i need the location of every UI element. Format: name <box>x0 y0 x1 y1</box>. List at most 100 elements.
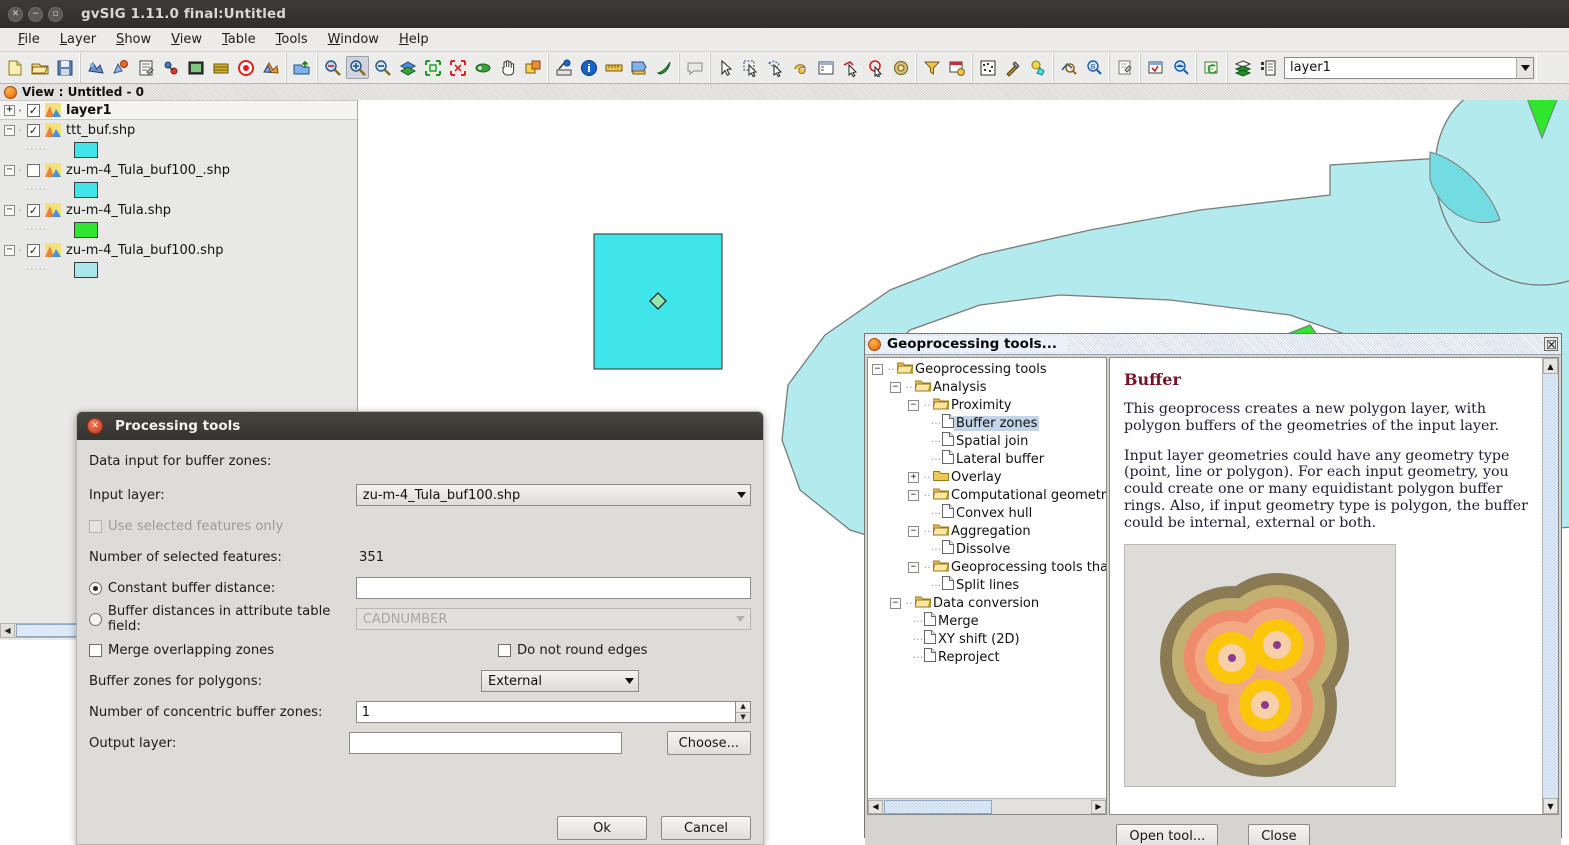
layer-visibility-checkbox[interactable]: ✓ <box>27 204 40 217</box>
edit-legend-icon[interactable] <box>1113 56 1136 79</box>
tree-node-convex-hull[interactable]: ··· Convex hull <box>868 504 1106 522</box>
menu-window[interactable]: Window <box>318 30 389 49</box>
info-icon[interactable] <box>577 56 600 79</box>
filter-icon[interactable] <box>920 56 943 79</box>
tree-node-analysis[interactable]: − ·· Analysis <box>868 378 1106 396</box>
view-properties-icon[interactable] <box>109 56 132 79</box>
scroll-down-icon[interactable]: ▼ <box>1543 798 1558 814</box>
record-icon[interactable] <box>234 56 257 79</box>
tree-node-proximity[interactable]: − ·· Proximity <box>868 396 1106 414</box>
menu-show[interactable]: Show <box>106 30 161 49</box>
output-layer-input[interactable] <box>349 732 621 754</box>
close-icon[interactable] <box>1544 337 1558 351</box>
frame-manager-icon[interactable] <box>521 56 544 79</box>
export-data-icon[interactable] <box>1144 56 1167 79</box>
geoprocessing-tools-dialog[interactable]: Geoprocessing tools... − ·· Geoprocessin… <box>864 333 1562 838</box>
add-view-icon[interactable] <box>84 56 107 79</box>
tree-node-reproject[interactable]: ··· Reproject <box>868 648 1106 666</box>
table-query-icon[interactable] <box>945 56 968 79</box>
concentric-zones-input[interactable]: 1 <box>356 701 736 723</box>
layer-list-icon[interactable] <box>1256 56 1279 79</box>
tree-node-geoprocessing-tools[interactable]: − ·· Geoprocessing tools <box>868 360 1106 378</box>
close-icon[interactable]: ✕ <box>87 418 103 434</box>
scrollbar-thumb[interactable] <box>16 624 84 637</box>
close-button[interactable]: Close <box>1248 824 1309 845</box>
collapse-toggle-icon[interactable]: − <box>4 245 15 256</box>
cancel-button[interactable]: Cancel <box>661 816 751 840</box>
spinner-down-icon[interactable]: ▼ <box>736 713 750 723</box>
hyperlink-icon[interactable] <box>652 56 675 79</box>
collapse-toggle-icon[interactable]: − <box>908 490 919 501</box>
menu-view[interactable]: View <box>161 30 212 49</box>
scroll-left-icon[interactable]: ◀ <box>1 624 15 637</box>
zoom-full-extent-icon[interactable] <box>421 56 444 79</box>
buffer-zones-polygons-combo[interactable]: External <box>481 670 639 692</box>
edit-icon[interactable] <box>134 56 157 79</box>
menu-layer[interactable]: Layer <box>50 30 106 49</box>
active-layer-combo[interactable]: layer1 <box>1284 57 1534 79</box>
zoom-out-icon[interactable] <box>371 56 394 79</box>
tools-icon[interactable] <box>1001 56 1024 79</box>
choose-button[interactable]: Choose... <box>667 731 751 755</box>
tree-horizontal-scrollbar[interactable]: ◀ ▶ <box>868 798 1106 814</box>
geoprocessing-tree-panel[interactable]: − ·· Geoprocessing tools − ·· Analy <box>867 357 1107 815</box>
layer-visibility-checkbox[interactable]: ✓ <box>27 124 40 137</box>
layer-visibility-checkbox[interactable] <box>27 164 40 177</box>
toc-layer-row[interactable]: − · ✓ ttt_buf.shp <box>0 120 357 140</box>
scroll-left-icon[interactable]: ◀ <box>868 800 883 814</box>
select-rectangle-icon[interactable] <box>739 56 762 79</box>
collapse-toggle-icon[interactable]: − <box>908 400 919 411</box>
collapse-toggle-icon[interactable]: − <box>4 205 15 216</box>
constant-buffer-distance-radio[interactable] <box>89 582 102 595</box>
tree-node-geoprocessing-tools-that[interactable]: − ·· Geoprocessing tools that <box>868 558 1106 576</box>
select-polygon-icon[interactable] <box>764 56 787 79</box>
tree-node-merge[interactable]: ··· Merge <box>868 612 1106 630</box>
constant-buffer-distance-input[interactable] <box>356 577 751 599</box>
scrollbar-track[interactable] <box>1543 374 1558 798</box>
collapse-toggle-icon[interactable]: − <box>4 165 15 176</box>
locator-icon[interactable] <box>552 56 575 79</box>
window-minimize-button[interactable]: − <box>28 7 43 22</box>
chevron-down-icon[interactable] <box>732 492 750 498</box>
select-by-attributes-icon[interactable] <box>814 56 837 79</box>
chevron-down-icon[interactable] <box>732 616 750 622</box>
zoom-previous-icon[interactable] <box>321 56 344 79</box>
measure-distance-icon[interactable] <box>602 56 625 79</box>
tree-node-xy-shift[interactable]: ··· XY shift (2D) <box>868 630 1106 648</box>
raster-icon[interactable] <box>976 56 999 79</box>
export-view-icon[interactable] <box>290 56 313 79</box>
do-not-round-edges-checkbox[interactable] <box>498 644 511 657</box>
scale-search-icon[interactable] <box>1057 56 1080 79</box>
layer-visibility-checkbox[interactable]: ✓ <box>27 104 40 117</box>
collapse-toggle-icon[interactable]: − <box>908 526 919 537</box>
catalog-search-icon[interactable]: B <box>1082 56 1105 79</box>
measure-area-icon[interactable] <box>627 56 650 79</box>
chevron-down-icon[interactable] <box>620 678 638 684</box>
attribute-field-radio[interactable] <box>89 613 102 626</box>
merge-overlapping-zones-checkbox[interactable] <box>89 644 102 657</box>
toc-layer-row[interactable]: − · zu-m-4_Tula_buf100_.shp <box>0 160 357 180</box>
geoprocessing-icon[interactable] <box>1026 56 1049 79</box>
tree-node-data-conversion[interactable]: − ·· Data conversion <box>868 594 1106 612</box>
refresh-layer-icon[interactable] <box>1200 56 1223 79</box>
zoom-in-icon[interactable] <box>346 56 369 79</box>
collapse-toggle-icon[interactable]: − <box>908 562 919 573</box>
description-vertical-scrollbar[interactable]: ▲ ▼ <box>1542 358 1558 814</box>
layer-stack-icon[interactable] <box>1231 56 1254 79</box>
tree-node-spatial-join[interactable]: ··· Spatial join <box>868 432 1106 450</box>
chevron-down-icon[interactable] <box>1516 58 1533 78</box>
ok-button[interactable]: Ok <box>557 816 647 840</box>
window-maximize-button[interactable]: ▫ <box>48 7 63 22</box>
input-layer-combo[interactable]: zu-m-4_Tula_buf100.shp <box>356 484 751 506</box>
expand-toggle-icon[interactable]: + <box>908 472 919 483</box>
collapse-toggle-icon[interactable]: − <box>890 598 901 609</box>
scroll-up-icon[interactable]: ▲ <box>1543 358 1558 374</box>
add-layer-icon[interactable] <box>159 56 182 79</box>
zoom-selection-icon[interactable] <box>446 56 469 79</box>
toc-layer-row[interactable]: − · ✓ zu-m-4_Tula_buf100.shp <box>0 240 357 260</box>
tree-node-lateral-buffer[interactable]: ··· Lateral buffer <box>868 450 1106 468</box>
toc-layer-row[interactable]: + · ✓ layer1 <box>0 100 357 120</box>
tree-node-overlay[interactable]: + ·· Overlay <box>868 468 1106 486</box>
annotation-icon[interactable] <box>683 56 706 79</box>
select-radial-icon[interactable] <box>889 56 912 79</box>
